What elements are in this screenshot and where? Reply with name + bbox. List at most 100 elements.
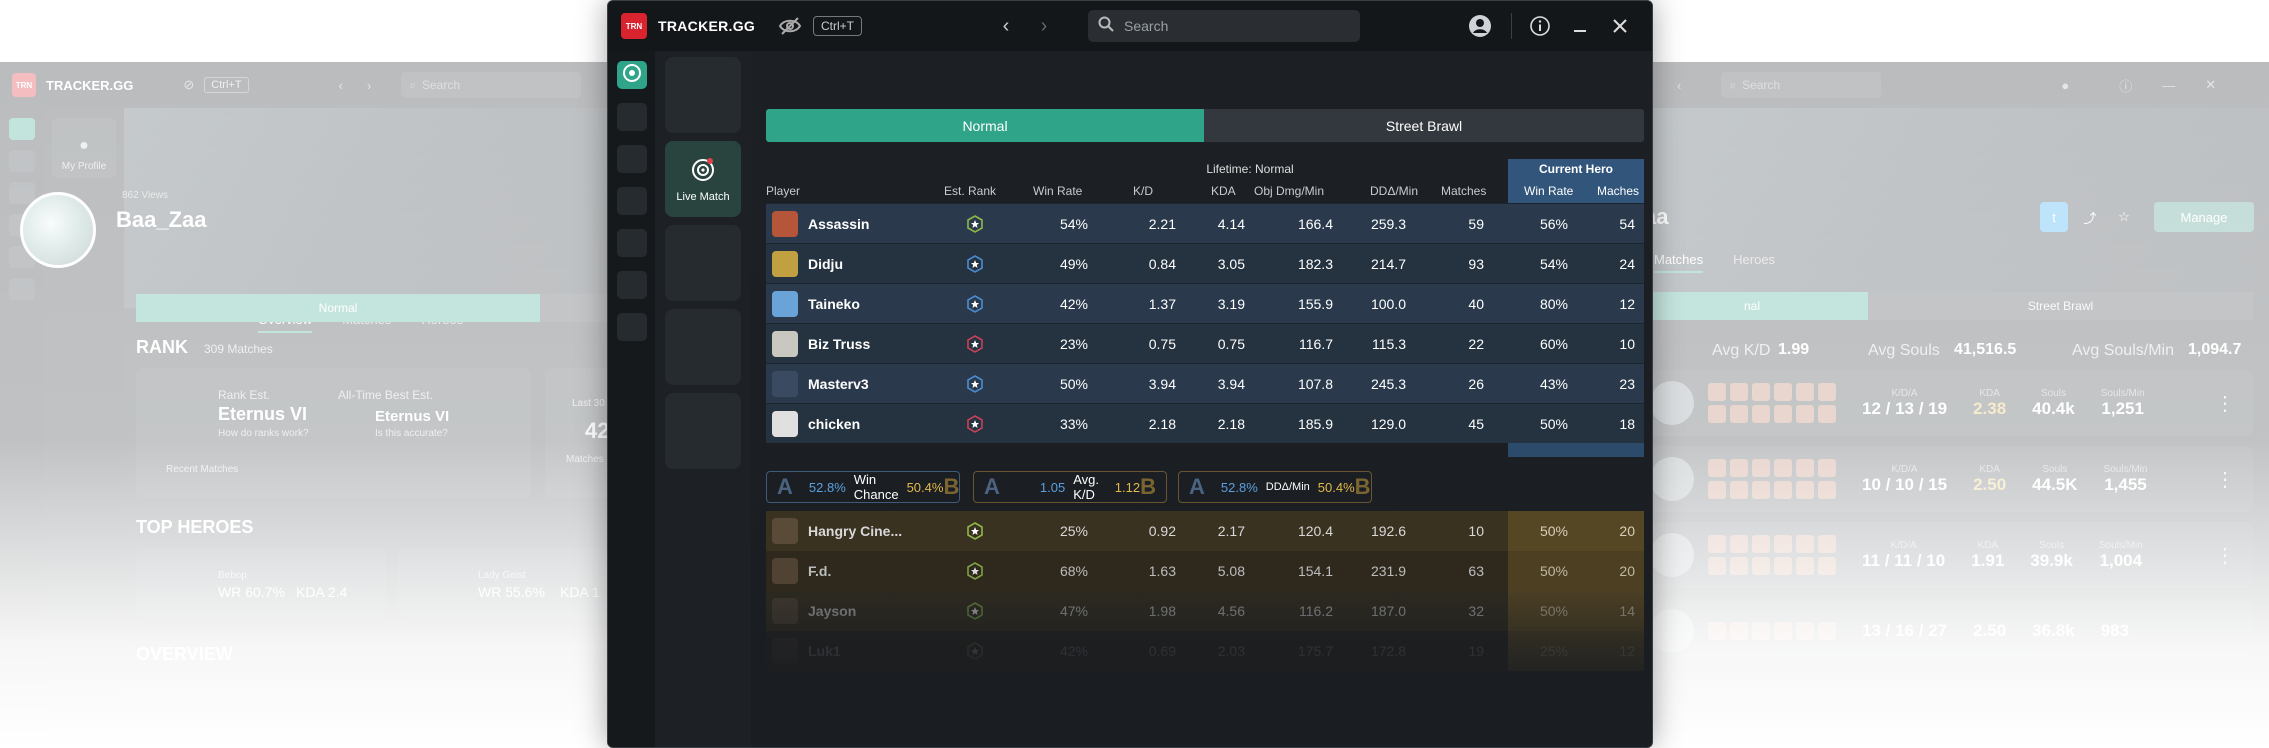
bg-rank-hint: How do ranks work? xyxy=(218,428,309,439)
title-bar[interactable]: TRN TRACKER.GG Ctrl+T ‹ › xyxy=(608,1,1652,51)
player-name[interactable]: Masterv3 xyxy=(808,376,869,392)
bg-right-manage-label: Manage xyxy=(2180,209,2228,225)
bg-right-souls: Souls 44.5K xyxy=(2032,464,2077,495)
rail-game-slot[interactable] xyxy=(616,187,647,215)
bg-right-more-icon: ⋮ xyxy=(2215,468,2235,491)
rail-game-slot[interactable] xyxy=(616,229,647,257)
tab-normal[interactable]: Normal xyxy=(766,109,1204,142)
team-b-player-row[interactable]: Jayson 47% 1.98 4.56 116.2 187.0 32 50% 14 xyxy=(766,591,1644,631)
forward-arrow-icon[interactable]: › xyxy=(1032,14,1056,38)
compare-bar: A 52.8% DDΔ/Min 50.4% B xyxy=(1178,471,1372,503)
bg-last30-value: 42 xyxy=(585,418,610,443)
bg-right-souls: 36.8k xyxy=(2032,621,2075,641)
col-kda[interactable]: KDA xyxy=(1211,184,1236,198)
bg-right-spm-label: Souls/Min xyxy=(2100,387,2145,399)
team-a-player-row[interactable]: chicken 33% 2.18 2.18 185.9 129.0 45 50% 18 xyxy=(766,403,1644,443)
obj-dmg-cell: 166.4 xyxy=(1297,216,1333,232)
player-name[interactable]: Hangry Cine... xyxy=(808,523,902,539)
nav-tile[interactable] xyxy=(665,225,741,301)
back-arrow-icon[interactable]: ‹ xyxy=(994,14,1018,38)
team-a-player-row[interactable]: Taineko 42% 1.37 3.19 155.9 100.0 40 80% 12 xyxy=(766,283,1644,323)
overlay-shortcut: Ctrl+T xyxy=(813,16,862,36)
search-bar[interactable] xyxy=(1088,10,1360,42)
team-a-player-row[interactable]: Didju 49% 0.84 3.05 182.3 214.7 93 54% 24 xyxy=(766,243,1644,283)
col-kd[interactable]: K/D xyxy=(1133,184,1153,198)
bg-right-kda-ratio-label: KDA xyxy=(1979,387,2000,399)
nav-tile[interactable] xyxy=(665,57,741,133)
game-rail xyxy=(608,51,655,747)
player-name[interactable]: Jayson xyxy=(808,603,856,619)
dd-cell: 259.3 xyxy=(1370,216,1406,232)
team-b-player-row[interactable]: Hangry Cine... 25% 0.92 2.17 120.4 192.6 10 50%… xyxy=(766,511,1644,551)
player-name[interactable]: Assassin xyxy=(808,216,869,232)
col-win-rate[interactable]: Win Rate xyxy=(1033,184,1082,198)
rank-badge-icon xyxy=(966,255,984,273)
team-a-player-row[interactable]: Masterv3 50% 3.94 3.94 107.8 245.3 26 43% 23 xyxy=(766,363,1644,403)
rail-game-slot[interactable] xyxy=(616,145,647,173)
bg-right-kda-line: K/D/A 11 / 11 / 10 xyxy=(1862,540,1945,571)
team-b-player-row[interactable]: Luk1 42% 0.69 2.03 175.7 172.8 19 25% 12 xyxy=(766,631,1644,671)
win-rate-cell: 25% xyxy=(1059,523,1088,539)
bg-top-heroes-title: TOP HEROES xyxy=(136,517,254,537)
bg-rail-item xyxy=(9,118,35,140)
matches-cell: 26 xyxy=(1468,376,1484,392)
nav-tile[interactable] xyxy=(665,393,741,469)
col-cur-win-rate[interactable]: Win Rate xyxy=(1524,184,1573,198)
bg-right-kda: KDA 1.91 xyxy=(1971,540,2004,571)
nav-live-match[interactable]: Live Match xyxy=(665,141,741,217)
col-player[interactable]: Player xyxy=(766,184,800,198)
eye-off-icon[interactable] xyxy=(778,15,802,37)
player-name[interactable]: Biz Truss xyxy=(808,336,870,352)
rail-deadlock-game[interactable] xyxy=(616,61,647,89)
bg-right-kda-value: 12 / 13 / 19 xyxy=(1862,398,1948,418)
nav-tile[interactable] xyxy=(665,309,741,385)
win-rate-cell: 42% xyxy=(1059,296,1088,312)
bg-hero2-kda: KDA 1 xyxy=(560,584,600,600)
bg-right-seg-normal: nal xyxy=(1636,292,1868,320)
col-est-rank[interactable]: Est. Rank xyxy=(944,184,996,198)
compare-bar: A 52.8% Win Chance 50.4% B xyxy=(766,471,960,503)
win-rate-cell: 54% xyxy=(1059,216,1088,232)
player-name[interactable]: Luk1 xyxy=(808,643,841,659)
player-name[interactable]: F.d. xyxy=(808,563,831,579)
bg-right-kda-ratio-value: 2.38 xyxy=(1973,398,2007,418)
cur-win-rate-cell: 54% xyxy=(1539,256,1568,272)
col-obj-dmg[interactable]: Obj Dmg/Min xyxy=(1254,184,1324,198)
user-account-icon[interactable] xyxy=(1468,14,1492,38)
bg-right-spm-label: Souls/Min xyxy=(2098,539,2143,551)
hero-portrait-icon xyxy=(772,371,798,397)
team-a-player-row[interactable]: Biz Truss 23% 0.75 0.75 116.7 115.3 22 60% 10 xyxy=(766,323,1644,363)
bg-right-items xyxy=(1708,622,1836,640)
player-name[interactable]: Didju xyxy=(808,256,843,272)
team-a-player-row[interactable]: Assassin 54% 2.21 4.14 166.4 259.3 59 56% 54 xyxy=(766,203,1644,243)
bg-right-back-icon: ‹ xyxy=(1677,77,1682,93)
rail-game-slot[interactable] xyxy=(616,103,647,131)
rail-game-slot[interactable] xyxy=(616,271,647,299)
background-profile-window-left: TRN TRACKER.GG ⊘ Ctrl+T ‹ › ⌕ Search ● M… xyxy=(0,62,640,748)
team-b-player-row[interactable]: F.d. 68% 1.63 5.08 154.1 231.9 63 50% 20 xyxy=(766,551,1644,591)
info-icon[interactable] xyxy=(1528,14,1552,38)
player-name[interactable]: Taineko xyxy=(808,296,860,312)
col-matches[interactable]: Matches xyxy=(1441,184,1486,198)
player-name[interactable]: chicken xyxy=(808,416,860,432)
dd-cell: 172.8 xyxy=(1370,643,1406,659)
bg-hero-card-1 xyxy=(136,548,386,618)
col-dd[interactable]: DDΔ/Min xyxy=(1370,184,1418,198)
search-input[interactable] xyxy=(1124,18,1334,34)
close-icon[interactable] xyxy=(1608,14,1632,38)
matches-cell: 40 xyxy=(1468,296,1484,312)
bg-right-seg-street: Street Brawl xyxy=(1868,292,2253,320)
kda-cell: 4.14 xyxy=(1217,216,1245,232)
compare-label: Avg. K/D xyxy=(1073,472,1099,502)
team-b-value: 50.4% xyxy=(1317,479,1355,495)
col-cur-matches[interactable]: Maches xyxy=(1597,184,1639,198)
kda-cell: 2.17 xyxy=(1217,523,1245,539)
rail-game-slot[interactable] xyxy=(616,313,647,341)
rank-badge-icon xyxy=(966,562,984,583)
hero-portrait-icon xyxy=(772,638,798,664)
bg-right-star-icon: ☆ xyxy=(2118,209,2130,224)
bg-right-titlebar: ‹ ⌕ Search ● ⓘ — ✕ xyxy=(1620,62,2269,108)
minimize-icon[interactable] xyxy=(1568,14,1592,38)
tab-street-brawl[interactable]: Street Brawl xyxy=(1204,109,1644,142)
kda-cell: 5.08 xyxy=(1217,563,1245,579)
